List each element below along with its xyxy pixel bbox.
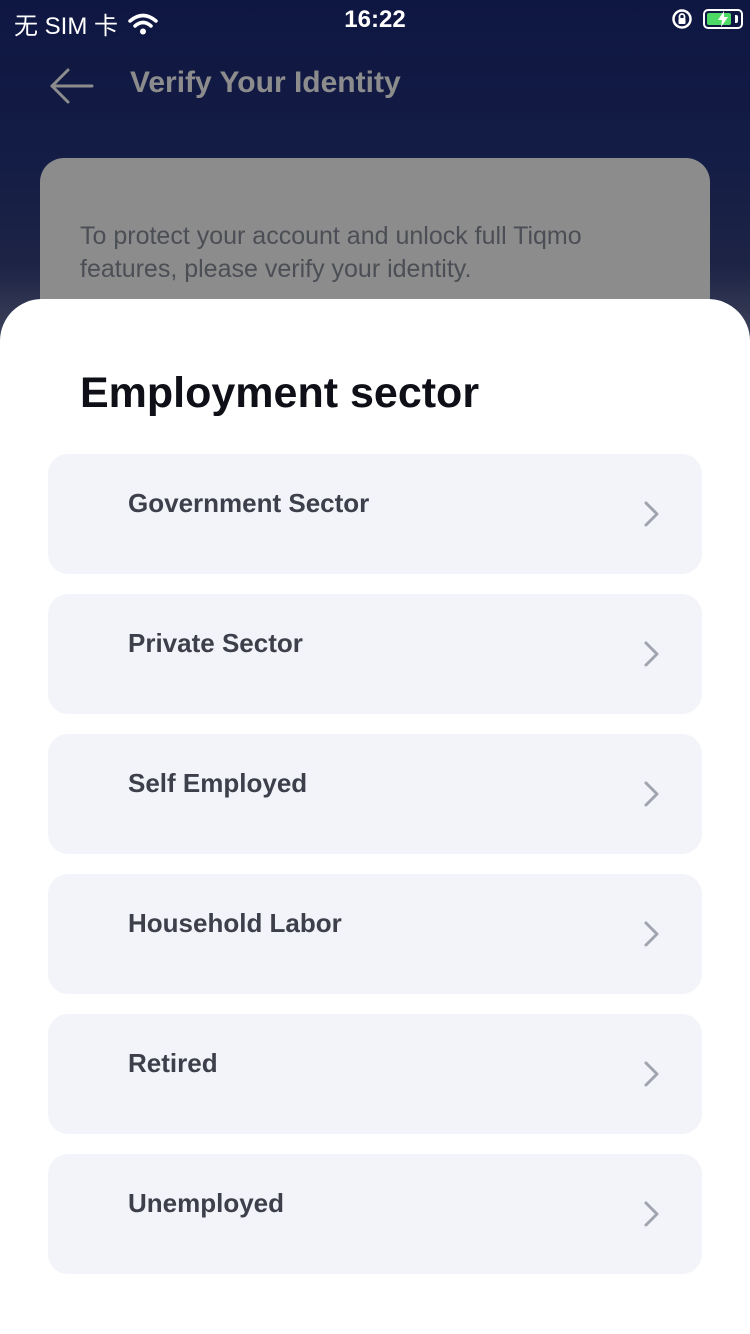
- rotation-lock-icon: [672, 9, 692, 29]
- option-private-sector[interactable]: Private Sector: [48, 594, 702, 714]
- option-unemployed[interactable]: Unemployed: [48, 1154, 702, 1274]
- option-self-employed[interactable]: Self Employed: [48, 734, 702, 854]
- option-retired[interactable]: Retired: [48, 1014, 702, 1134]
- option-label: Self Employed: [128, 768, 308, 798]
- option-household-labor[interactable]: Household Labor: [48, 874, 702, 994]
- chevron-right-icon: [644, 1201, 659, 1227]
- options-list: Government Sector Private Sector Self Em…: [48, 454, 702, 1294]
- charging-bolt-icon: [718, 11, 728, 27]
- option-label: Unemployed: [128, 1188, 285, 1218]
- status-time: 16:22: [344, 6, 406, 33]
- status-bar: 无 SIM 卡 16:22: [0, 0, 750, 40]
- option-label: Government Sector: [128, 488, 370, 518]
- option-label: Household Labor: [128, 908, 342, 938]
- chevron-right-icon: [644, 641, 659, 667]
- sheet-title: Employment sector: [80, 369, 480, 417]
- option-government-sector[interactable]: Government Sector: [48, 454, 702, 574]
- employment-sector-sheet: Employment sector Government Sector Priv…: [0, 299, 750, 1334]
- option-label: Retired: [128, 1048, 218, 1078]
- option-label: Private Sector: [128, 628, 303, 658]
- status-right: [671, 8, 743, 30]
- chevron-right-icon: [644, 501, 659, 527]
- battery-icon: [703, 9, 743, 29]
- chevron-right-icon: [644, 921, 659, 947]
- chevron-right-icon: [644, 781, 659, 807]
- chevron-right-icon: [644, 1061, 659, 1087]
